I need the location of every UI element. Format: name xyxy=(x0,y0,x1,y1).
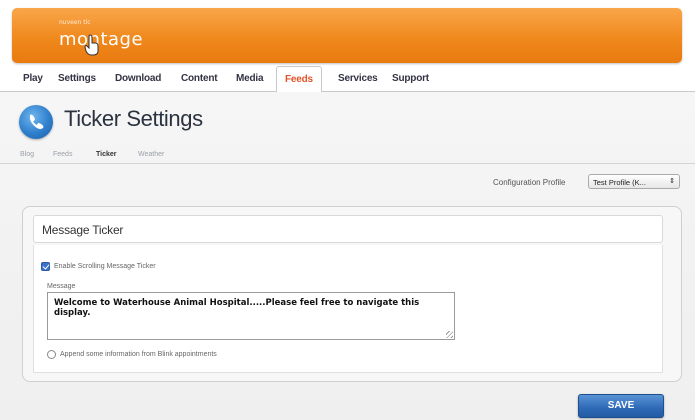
app-header: nuveen tlc montage xyxy=(12,8,682,63)
config-profile-value: Test Profile (K... xyxy=(593,178,646,187)
subtab-divider xyxy=(0,163,695,164)
logo-prefix: nuveen tlc xyxy=(59,19,91,26)
nav-settings[interactable]: Settings xyxy=(58,73,96,84)
logo-text: montage xyxy=(59,29,144,50)
subtab-feeds[interactable]: Feeds xyxy=(53,151,72,158)
config-profile-label: Configuration Profile xyxy=(493,178,566,187)
resize-handle-icon[interactable] xyxy=(446,331,453,338)
page-title: Ticker Settings xyxy=(64,106,203,131)
nav-support[interactable]: Support xyxy=(392,73,429,84)
config-profile-select[interactable]: Test Profile (K... ⇕ xyxy=(588,174,680,189)
subtab-blog[interactable]: Blog xyxy=(20,151,34,158)
nav-media[interactable]: Media xyxy=(236,73,264,84)
save-button[interactable]: SAVE xyxy=(578,394,664,418)
subtab-weather[interactable]: Weather xyxy=(138,151,164,158)
nav-feeds[interactable]: Feeds xyxy=(276,66,322,93)
subtab-ticker[interactable]: Ticker xyxy=(96,151,117,158)
hand-cursor-icon xyxy=(84,34,99,56)
panel-title: Message Ticker xyxy=(42,223,124,237)
nav-content[interactable]: Content xyxy=(181,73,218,84)
message-text: Welcome to Waterhouse Animal Hospital...… xyxy=(54,298,420,318)
append-info-checkbox[interactable] xyxy=(47,350,56,359)
panel-header: Message Ticker xyxy=(33,215,663,243)
nav-services[interactable]: Services xyxy=(338,73,378,84)
enable-ticker-checkbox[interactable] xyxy=(41,262,50,271)
message-textarea[interactable]: Welcome to Waterhouse Animal Hospital...… xyxy=(47,292,455,340)
append-info-label: Append some information from Blink appoi… xyxy=(60,351,217,358)
select-arrows-icon: ⇕ xyxy=(669,178,675,185)
ticker-settings-icon xyxy=(19,105,53,139)
message-label: Message xyxy=(47,283,76,290)
enable-ticker-label: Enable Scrolling Message Ticker xyxy=(54,263,156,270)
nav-download[interactable]: Download xyxy=(115,73,161,84)
nav-play[interactable]: Play xyxy=(23,73,43,84)
main-nav: Play Settings Download Content Media Fee… xyxy=(0,66,695,93)
